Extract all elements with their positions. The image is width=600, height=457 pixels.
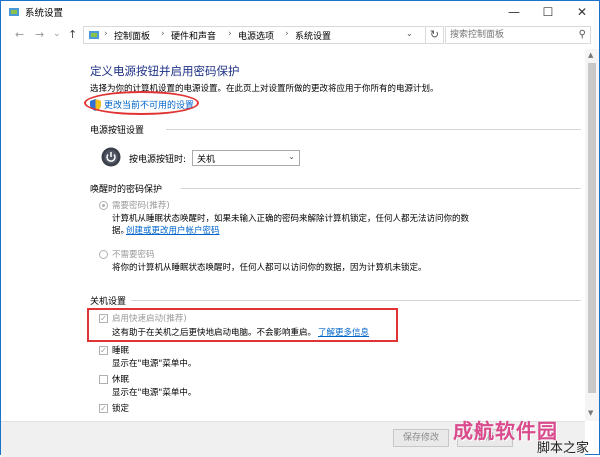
scroll-up-arrow-icon[interactable]: ▲ [588, 51, 593, 59]
power-button-section-title: 电源按钮设置 [90, 126, 145, 136]
wake-password-section-title: 唤醒时的密码保护 [90, 185, 163, 195]
control-panel-icon [89, 31, 99, 39]
window-title: 系统设置 [25, 8, 64, 19]
address-dropdown-icon[interactable]: ⌄ [406, 29, 413, 38]
power-icon [101, 147, 121, 167]
main-content: 定义电源按钮并启用密码保护 选择为你的计算机设置的电源设置。在此页上对设置所做的… [1, 49, 585, 456]
breadcrumb-separator: › [228, 29, 232, 39]
require-password-radio[interactable] [99, 201, 108, 210]
breadcrumb-separator: › [104, 29, 108, 39]
vertical-scrollbar[interactable]: ▲ ▼ [585, 49, 599, 421]
address-bar: ← → ⌄ ↑ › 控制面板 › 硬件和声音 › 电源选项 › 系统设置 ⌄ ↻… [1, 23, 599, 49]
breadcrumb-system-settings[interactable]: 系统设置 [295, 29, 331, 42]
site-watermark: 成航软件园 脚本之家 [453, 415, 600, 456]
back-arrow-icon[interactable]: ← [15, 28, 24, 41]
refresh-icon[interactable]: ↻ [426, 26, 444, 44]
sleep-checkbox[interactable]: ✓ [99, 346, 108, 355]
hibernate-label: 休眠 [112, 375, 130, 385]
section-divider [131, 300, 581, 301]
power-button-action-value: 关机 [197, 155, 216, 165]
breadcrumb-power-options[interactable]: 电源选项 [238, 29, 274, 42]
power-button-action-select[interactable]: 关机 ⌄ [192, 150, 300, 166]
chevron-down-icon: ⌄ [288, 152, 295, 161]
require-password-label: 需要密码(推荐) [112, 201, 170, 211]
breadcrumb[interactable]: › 控制面板 › 硬件和声音 › 电源选项 › 系统设置 ⌄ [83, 26, 426, 44]
system-settings-window: 系统设置 — ☐ ✕ ← → ⌄ ↑ › 控制面板 › 硬件和声音 › 电源选项… [0, 0, 600, 457]
breadcrumb-separator: › [285, 29, 289, 39]
save-changes-button[interactable]: 保存修改 [393, 429, 449, 447]
forward-arrow-icon[interactable]: → [35, 28, 44, 41]
sleep-label: 睡眠 [112, 346, 130, 356]
watermark-sub-text: 脚本之家 [537, 441, 590, 456]
create-change-password-link[interactable]: 创建或更改用户帐户密码 [126, 224, 220, 236]
search-input[interactable] [450, 28, 570, 42]
section-divider [166, 129, 581, 130]
section-divider [181, 188, 581, 189]
no-password-label: 不需要密码 [112, 250, 155, 260]
maximize-button[interactable]: ☐ [531, 1, 565, 23]
sleep-description: 显示在"电源"菜单中。 [112, 359, 197, 369]
search-icon[interactable]: ⚲ [579, 29, 586, 40]
shutdown-section-title: 关机设置 [90, 297, 127, 307]
no-password-description: 将你的计算机从睡眠状态唤醒时，任何人都可以访问你的数据，因为计算机未锁定。 [112, 263, 427, 273]
search-box[interactable]: ⚲ [445, 26, 591, 44]
lock-label: 锁定 [112, 404, 130, 414]
highlight-rectangle [87, 308, 398, 342]
hibernate-checkbox[interactable] [99, 375, 108, 384]
hibernate-description: 显示在"电源"菜单中。 [112, 388, 197, 398]
lock-checkbox[interactable]: ✓ [99, 404, 108, 413]
require-password-description: 计算机从睡眠状态唤醒时，如果未输入正确的密码来解除计算机锁定，任何人都无法访问你… [112, 214, 470, 224]
up-arrow-icon[interactable]: ↑ [68, 28, 77, 41]
breadcrumb-hardware-sound[interactable]: 硬件和声音 [171, 29, 216, 42]
title-bar: 系统设置 — ☐ ✕ [1, 1, 599, 23]
highlight-ellipse [84, 91, 199, 115]
breadcrumb-control-panel[interactable]: 控制面板 [114, 29, 150, 42]
minimize-button[interactable]: — [497, 1, 531, 23]
power-button-label: 按电源按钮时: [129, 155, 187, 165]
close-button[interactable]: ✕ [565, 1, 599, 23]
scrollbar-thumb[interactable] [588, 63, 596, 393]
recent-locations-chevron-icon[interactable]: ⌄ [53, 29, 61, 39]
breadcrumb-separator: › [161, 29, 165, 39]
page-title: 定义电源按钮并启用密码保护 [90, 64, 240, 78]
no-password-radio[interactable] [99, 250, 108, 259]
control-panel-icon [9, 8, 19, 16]
